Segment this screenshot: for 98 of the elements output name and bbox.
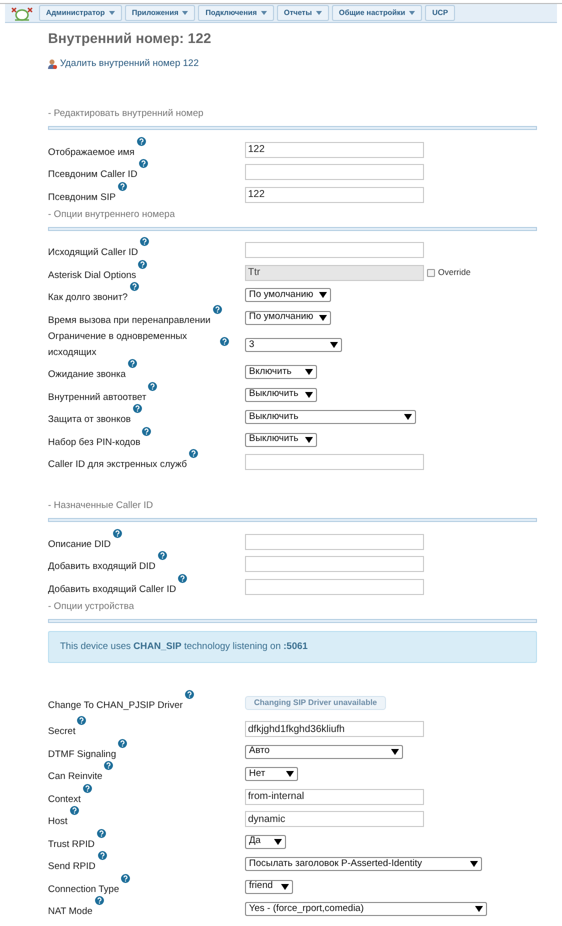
help-icon[interactable]	[130, 282, 139, 291]
input-field[interactable]: dynamic	[245, 811, 424, 827]
dropdown-select[interactable]: По умолчанию	[245, 288, 331, 302]
help-icon[interactable]	[212, 304, 222, 314]
delete-extension-link[interactable]: Удалить внутренний номер 122	[48, 57, 199, 72]
help-icon[interactable]	[70, 806, 79, 815]
input-field[interactable]	[245, 556, 424, 572]
caret-icon	[319, 292, 327, 298]
field-label: Connection Type	[48, 882, 120, 896]
dropdown-select[interactable]: Выключить	[245, 432, 317, 446]
caret-icon	[274, 838, 282, 844]
caret-icon	[305, 392, 313, 398]
dropdown-select[interactable]: Да	[245, 834, 286, 848]
input-field[interactable]	[245, 164, 424, 180]
caret-icon	[319, 314, 327, 320]
field-label: Псевдоним Caller ID	[48, 168, 138, 182]
info-alert: This device uses CHAN_SIP technology listening on :5061	[48, 630, 537, 663]
help-icon[interactable]	[82, 784, 92, 792]
help-icon[interactable]	[128, 359, 137, 368]
field-label: Набор без PIN-кодов	[48, 436, 140, 450]
help-icon[interactable]	[94, 896, 104, 905]
caret-icon	[470, 861, 478, 867]
field-label: Добавить входящий DID	[48, 560, 156, 574]
help-icon[interactable]	[118, 738, 128, 748]
help-icon[interactable]	[158, 551, 167, 560]
field-label: Change To CHAN_PJSIP Driver	[48, 699, 183, 714]
override-label: Override	[438, 266, 471, 279]
caret-icon	[330, 342, 338, 348]
caret-icon	[286, 771, 294, 777]
help-icon[interactable]	[189, 449, 198, 458]
field-label: Описание DID	[48, 538, 111, 552]
field-label: Secret	[48, 725, 76, 739]
caret-icon	[391, 748, 399, 754]
field-label: NAT Mode	[48, 905, 93, 919]
field-label: Как долго звонит?	[48, 291, 128, 305]
dropdown-select[interactable]: Выключить	[245, 388, 317, 402]
dropdown-select[interactable]: Нет	[245, 767, 298, 781]
dropdown-select[interactable]: По умолчанию	[245, 310, 331, 324]
field-label: Context	[48, 792, 81, 806]
field-label: Send RPID	[48, 860, 96, 874]
section-heading: - Назначенные Caller ID	[48, 499, 154, 514]
section-heading: - Опции устройства	[48, 600, 135, 614]
help-icon[interactable]	[112, 528, 122, 538]
help-icon[interactable]	[132, 404, 142, 413]
section-heading: - Редактировать внутренний номер	[48, 107, 204, 122]
caret-icon	[404, 414, 412, 420]
field-label: Добавить входящий Caller ID	[48, 582, 176, 596]
help-icon[interactable]	[118, 182, 127, 190]
field-label: Внутренний автоответ	[48, 390, 146, 404]
field-label: Trust RPID	[48, 838, 95, 852]
input-field[interactable]	[245, 534, 424, 550]
caret-icon	[305, 436, 313, 442]
input-field[interactable]	[245, 578, 424, 594]
input-field[interactable]: 122	[245, 186, 424, 202]
help-icon[interactable]	[220, 336, 229, 346]
dropdown-select[interactable]: 3	[245, 338, 342, 352]
caret-icon	[281, 884, 289, 890]
caret-icon	[475, 906, 483, 912]
help-icon[interactable]	[142, 426, 152, 436]
field-label: Псевдоним SIP	[48, 190, 116, 204]
input-field[interactable]: dfkjghd1fkghd36kliufh	[245, 721, 424, 737]
dropdown-select[interactable]: friend	[245, 880, 293, 894]
field-label: Can Reinvite	[48, 770, 102, 784]
section-heading: - Опции внутреннего номера	[48, 208, 176, 222]
dropdown-select[interactable]: Посылать заголовок P-Asserted-Identity	[245, 857, 482, 871]
field-label: Ожидание звонка	[48, 368, 126, 382]
field-label: Отображаемое имя	[48, 146, 135, 160]
page-title: Внутренний номер: 122	[48, 29, 212, 48]
help-icon[interactable]	[104, 761, 114, 770]
input-field[interactable]: 122	[245, 142, 424, 158]
dropdown-select[interactable]: Yes - (force_rport,comedia)	[245, 902, 487, 916]
field-label: Время вызова при перенаправлении	[48, 314, 211, 328]
input-field[interactable]: from-internal	[245, 788, 424, 804]
caret-icon	[305, 369, 313, 375]
input-field[interactable]	[245, 454, 424, 470]
help-icon[interactable]	[77, 716, 86, 725]
dropdown-select[interactable]: Выключить	[245, 410, 416, 424]
field-label: Caller ID для экстренных служб	[48, 458, 188, 472]
help-icon[interactable]	[184, 690, 194, 700]
help-icon[interactable]	[139, 159, 148, 168]
user-icon	[48, 59, 57, 70]
help-icon[interactable]	[138, 260, 148, 268]
field-label: Исходящий Caller ID	[48, 246, 138, 260]
help-icon[interactable]	[140, 237, 150, 246]
help-icon[interactable]	[98, 851, 107, 860]
input-field[interactable]	[245, 242, 424, 258]
field-label: Host	[48, 815, 68, 829]
dropdown-select[interactable]: Включить	[245, 365, 317, 379]
field-label: DTMF Signaling	[48, 748, 116, 762]
field-label: Защита от звонков	[48, 413, 131, 427]
help-icon[interactable]	[178, 574, 188, 582]
dropdown-select[interactable]: Авто	[245, 744, 403, 758]
help-icon[interactable]	[96, 828, 106, 838]
field-label: Ограничение в одновременных исходящих	[48, 330, 188, 360]
field-label: Asterisk Dial Options	[48, 268, 136, 282]
help-icon[interactable]	[136, 136, 146, 146]
help-icon[interactable]	[148, 382, 158, 390]
help-icon[interactable]	[121, 874, 130, 882]
